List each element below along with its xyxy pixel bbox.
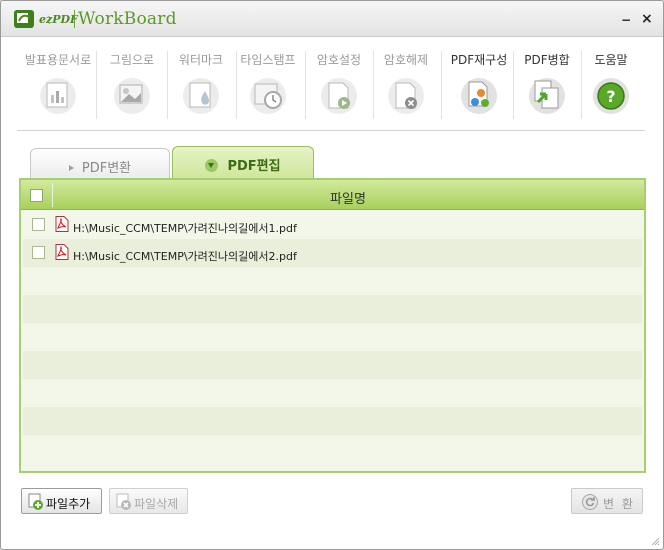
select-all-checkbox[interactable]: [30, 189, 43, 202]
toolbar-help-button[interactable]: 도움말 ?: [576, 51, 646, 127]
delete-file-icon: [116, 493, 131, 510]
tab-pdf-convert[interactable]: PDF변환: [30, 148, 170, 178]
convert-button[interactable]: 변 환: [571, 488, 643, 514]
toolbar: 발표용문서로 그림으로 워터마크 타임스탬프 암호설정 암호해제 PDF재구성 …: [17, 45, 645, 131]
empty-row: [23, 295, 642, 323]
restructure-icon: [461, 78, 497, 114]
file-row[interactable]: H:\Music_CCM\TEMP\가려진나의길에서2.pdf: [23, 239, 642, 267]
toolbar-pdf-merge-button[interactable]: PDF병합: [512, 51, 582, 127]
file-path: H:\Music_CCM\TEMP\가려진나의길에서1.pdf: [73, 222, 297, 235]
row-checkbox[interactable]: [32, 246, 45, 259]
file-path: H:\Music_CCM\TEMP\가려진나의길에서2.pdf: [73, 250, 297, 263]
tab-pdf-edit[interactable]: PDF편집: [172, 146, 314, 179]
delete-file-button[interactable]: 파일삭제: [109, 488, 188, 514]
toolbar-label: 암호설정: [316, 53, 362, 67]
delete-file-label: 파일삭제: [134, 497, 179, 511]
file-list-panel: 파일명 H:\Music_CCM\TEMP\가려진나의길에서1.pdf H:\M…: [19, 178, 646, 473]
brand-divider: [74, 10, 75, 28]
toolbar-label: 워터마크: [178, 53, 224, 67]
tab-arrow-right-icon: [68, 165, 74, 171]
toolbar-label: 그림으로: [109, 53, 155, 67]
merge-icon: [529, 78, 565, 114]
empty-row: [23, 407, 642, 435]
title-bar: ezPDF WorkBoard − ×: [1, 1, 663, 37]
image-icon: [114, 78, 150, 114]
empty-row: [23, 379, 642, 407]
timestamp-icon: [250, 78, 286, 114]
close-button[interactable]: ×: [641, 11, 653, 27]
toolbar-watermark-button[interactable]: 워터마크: [166, 51, 236, 127]
tab-label: PDF편집: [227, 159, 281, 174]
toolbar-label: 암호해제: [383, 53, 429, 67]
minimize-button[interactable]: −: [621, 13, 631, 27]
svg-text:?: ?: [606, 87, 615, 106]
toolbar-encrypt-button[interactable]: 암호설정: [304, 51, 374, 127]
file-list-header: 파일명: [21, 180, 644, 210]
toolbar-decrypt-button[interactable]: 암호해제: [371, 51, 441, 127]
empty-row: [23, 323, 642, 351]
convert-icon: [582, 494, 598, 510]
pdf-file-icon: [55, 244, 69, 260]
app-window: ezPDF WorkBoard − × 발표용문서로 그림으로 워터마크 타임스…: [0, 0, 664, 550]
toolbar-label: 발표용문서로: [24, 53, 92, 67]
unlock-icon: [388, 78, 424, 114]
add-file-icon: [28, 493, 43, 510]
toolbar-label: 도움말: [594, 53, 628, 67]
toolbar-label: PDF병합: [524, 53, 570, 67]
lock-icon: [321, 78, 357, 114]
toolbar-presentation-button[interactable]: 발표용문서로: [23, 51, 93, 127]
tab-label: PDF변환: [81, 161, 132, 176]
app-logo-icon: [14, 10, 34, 28]
empty-row: [23, 435, 642, 463]
add-file-label: 파일추가: [46, 497, 91, 511]
help-icon: ?: [593, 78, 629, 114]
convert-label: 변 환: [603, 497, 635, 511]
file-list-rows: H:\Music_CCM\TEMP\가려진나의길에서1.pdf H:\Music…: [23, 211, 642, 463]
row-checkbox[interactable]: [32, 218, 45, 231]
pdf-file-icon: [55, 216, 69, 232]
brand-ez: ezPDF: [39, 13, 78, 26]
file-row[interactable]: H:\Music_CCM\TEMP\가려진나의길에서1.pdf: [23, 211, 642, 239]
toolbar-image-button[interactable]: 그림으로: [97, 51, 167, 127]
watermark-icon: [183, 78, 219, 114]
presentation-icon: [40, 78, 76, 114]
add-file-button[interactable]: 파일추가: [21, 488, 102, 514]
toolbar-separator: [441, 51, 442, 119]
toolbar-label: 타임스탬프: [240, 53, 296, 67]
tab-arrow-down-icon: [205, 159, 219, 172]
toolbar-label: PDF재구성: [450, 53, 508, 67]
app-title: WorkBoard: [78, 9, 177, 29]
empty-row: [23, 267, 642, 295]
toolbar-timestamp-button[interactable]: 타임스탬프: [233, 51, 303, 127]
empty-row: [23, 351, 642, 379]
resize-grip-icon[interactable]: [650, 536, 660, 546]
toolbar-pdf-restructure-button[interactable]: PDF재구성: [444, 51, 514, 127]
filename-column-header[interactable]: 파일명: [52, 188, 644, 207]
